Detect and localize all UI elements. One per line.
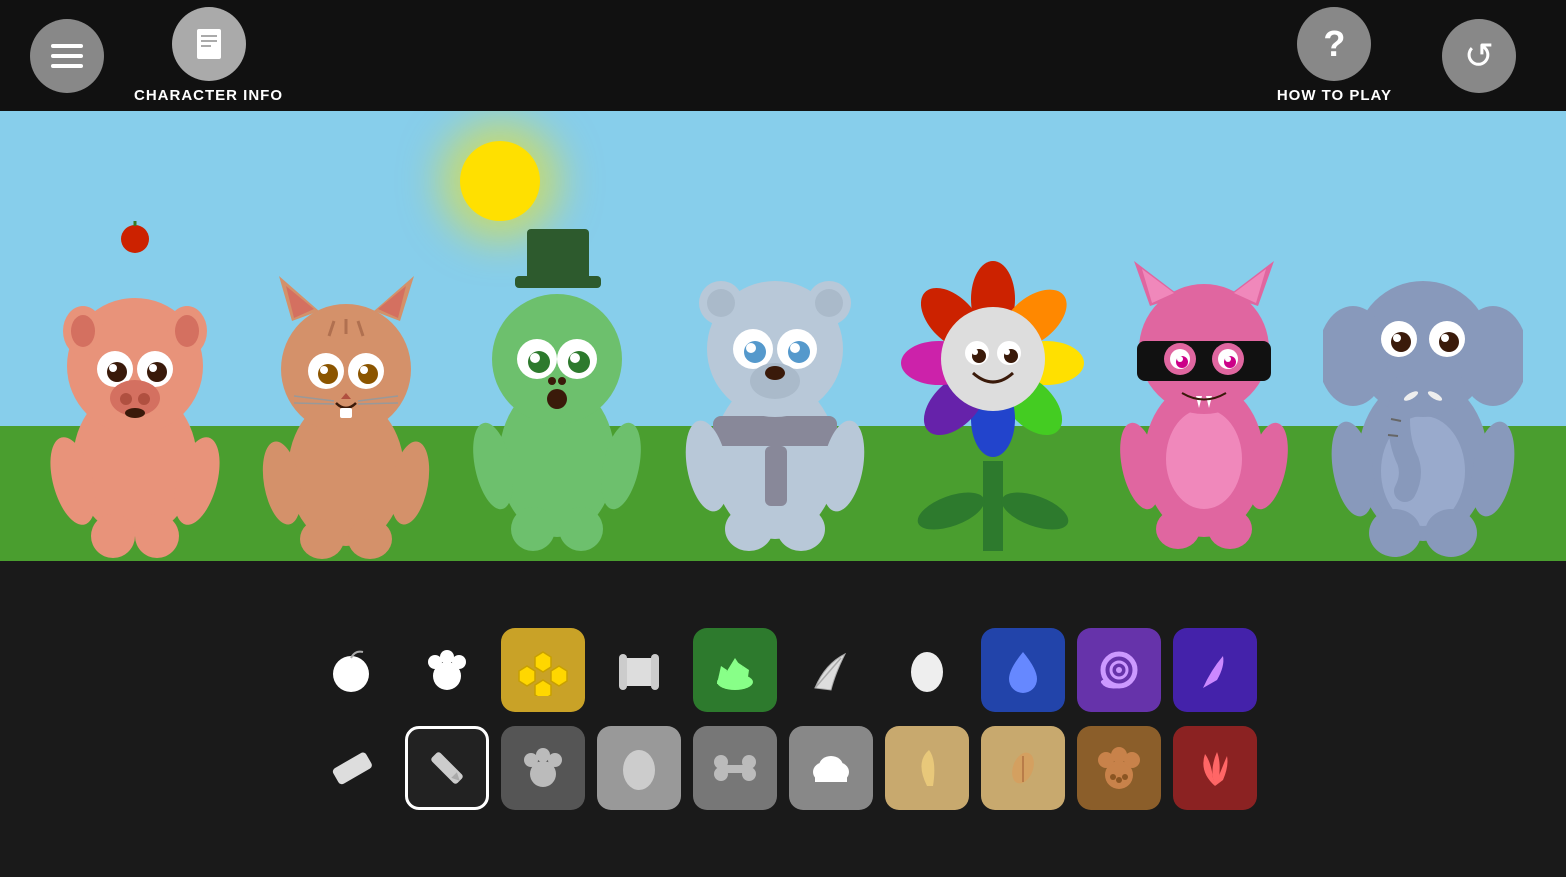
character-info-button[interactable]: CHARACTER INFO xyxy=(134,7,283,104)
icon-paw[interactable] xyxy=(405,628,489,712)
top-bar-right: ? HOW TO PLAY ↺ xyxy=(1277,7,1536,104)
icon-feather[interactable] xyxy=(789,628,873,712)
character-info-label: CHARACTER INFO xyxy=(134,87,283,104)
icon-drop[interactable] xyxy=(981,628,1065,712)
icon-bear-paw[interactable] xyxy=(1077,726,1161,810)
reset-icon: ↺ xyxy=(1464,35,1494,77)
icon-apple[interactable] xyxy=(309,628,393,712)
icon-honeycomb[interactable] xyxy=(501,628,585,712)
menu-circle[interactable] xyxy=(30,19,104,93)
icon-egg[interactable] xyxy=(885,628,969,712)
turtle-character xyxy=(465,201,650,561)
flower-character xyxy=(901,201,1086,561)
icon-bone[interactable] xyxy=(693,726,777,810)
how-to-play-label: HOW TO PLAY xyxy=(1277,87,1392,104)
icon-snail[interactable] xyxy=(1077,628,1161,712)
hamburger-icon xyxy=(51,44,83,68)
icon-seed[interactable] xyxy=(981,726,1065,810)
menu-button[interactable] xyxy=(30,19,104,93)
character-pig xyxy=(43,221,228,561)
reset-circle[interactable]: ↺ xyxy=(1442,19,1516,93)
icon-row-1 xyxy=(309,628,1257,712)
how-to-play-button[interactable]: ? HOW TO PLAY xyxy=(1277,7,1392,104)
pink-cat-character xyxy=(1112,201,1297,561)
icon-cloud[interactable] xyxy=(789,726,873,810)
reset-button[interactable]: ↺ xyxy=(1442,19,1516,93)
icon-scroll[interactable] xyxy=(597,628,681,712)
character-elephant xyxy=(1323,201,1523,561)
pig-character xyxy=(43,221,228,561)
character-flower xyxy=(901,201,1086,561)
scene xyxy=(0,111,1566,561)
icon-row-2 xyxy=(309,726,1257,810)
icon-gray-egg[interactable] xyxy=(597,726,681,810)
how-to-play-circle[interactable]: ? xyxy=(1297,7,1371,81)
icon-horn[interactable] xyxy=(885,726,969,810)
document-icon xyxy=(191,26,227,62)
icon-dark-pencil[interactable] xyxy=(405,726,489,810)
bear-character xyxy=(675,201,875,561)
character-cat xyxy=(254,221,439,561)
icon-eraser[interactable] xyxy=(309,726,393,810)
character-info-circle[interactable] xyxy=(172,7,246,81)
icon-gray-paw[interactable] xyxy=(501,726,585,810)
characters-container xyxy=(0,201,1566,561)
icon-claw[interactable] xyxy=(1173,726,1257,810)
icon-purple-item[interactable] xyxy=(1173,628,1257,712)
elephant-character xyxy=(1323,201,1523,561)
top-bar: CHARACTER INFO ? HOW TO PLAY ↺ xyxy=(0,0,1566,111)
character-pink-cat xyxy=(1112,201,1297,561)
icon-hand-green[interactable] xyxy=(693,628,777,712)
character-bear xyxy=(675,201,875,561)
bottom-panel xyxy=(0,561,1566,877)
cat-character xyxy=(254,221,439,561)
question-icon: ? xyxy=(1323,23,1345,65)
character-turtle xyxy=(465,201,650,561)
